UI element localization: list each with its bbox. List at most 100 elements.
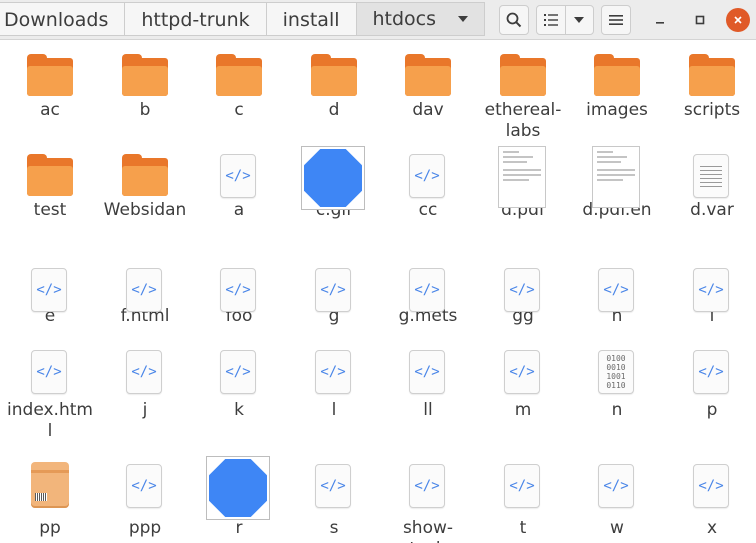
file-name-label: r [235,518,243,538]
code-file-icon: </> [570,454,664,518]
file-name-label: s [329,518,339,538]
file-item-c-gif[interactable]: c.gif [287,144,381,221]
file-name-label: w [610,518,624,538]
chevron-down-icon [574,17,585,23]
crumb-httpd-trunk[interactable]: httpd-trunk [125,2,267,36]
image-thumbnail [287,144,381,210]
file-item-w[interactable]: </> w [570,454,664,539]
search-button[interactable] [499,5,529,35]
file-item-j[interactable]: </> j [98,340,192,421]
file-item-test[interactable]: test [3,144,97,221]
package-icon [3,454,97,518]
file-item-pp[interactable]: pp [3,454,97,539]
code-file-icon: </> [665,258,756,322]
text-file-icon [665,144,756,208]
file-item-x[interactable]: </> x [665,454,756,539]
code-file-icon: </> [98,258,192,322]
file-name-label: index.html [7,400,93,441]
file-item-s[interactable]: </> s [287,454,381,539]
file-item-b[interactable]: b [98,44,192,121]
folder-icon [381,44,475,108]
view-options-group [536,5,594,35]
folder-icon [570,44,664,108]
file-item-ethereal-labs[interactable]: ethereal-labs [476,44,570,142]
folder-icon [98,44,192,108]
folder-icon [192,44,286,108]
file-item-index-html[interactable]: </> index.html [3,340,97,442]
code-file-icon: </> [3,258,97,322]
file-item-g[interactable]: </> g [287,258,381,327]
maximize-button[interactable] [686,6,714,34]
code-file-icon: </> [476,454,570,518]
folder-icon [3,44,97,108]
file-item-scripts[interactable]: scripts [665,44,756,121]
file-item-i[interactable]: </> i [665,258,756,327]
code-file-icon: </> [381,258,475,322]
hamburger-menu-icon [609,15,623,25]
file-item-d-pdf-en[interactable]: d.pdf.en [570,144,664,221]
file-item-k[interactable]: </> k [192,340,286,421]
chevron-down-icon [458,16,469,22]
menu-button[interactable] [601,5,631,35]
crumb-downloads[interactable]: Downloads [0,2,126,36]
file-item-ppp[interactable]: </> ppp [98,454,192,539]
file-item-gg[interactable]: </> gg [476,258,570,327]
code-file-icon: </> [381,340,475,404]
file-item-images[interactable]: images [570,44,664,121]
crumb-htdocs[interactable]: htdocs [356,2,486,36]
search-icon [506,12,522,28]
file-name-label: t [519,518,527,538]
crumb-htdocs-label: htdocs [372,8,437,30]
file-item-n[interactable]: 0100 0010 1001 0110 n [570,340,664,421]
crumb-install[interactable]: install [266,2,357,36]
code-file-icon: </> [381,144,475,208]
file-item-d[interactable]: d [287,44,381,121]
file-item-g-mets[interactable]: </> g.mets [381,258,475,327]
file-item-foo[interactable]: </> foo [192,258,286,327]
pdf-thumbnail [570,144,664,208]
list-view-icon [543,14,558,26]
header-bar: Downloads httpd-trunk install htdocs [0,0,756,40]
folder-icon [665,44,756,108]
file-name-label: ppp [128,518,162,538]
file-item-t[interactable]: </> t [476,454,570,539]
image-thumbnail [192,454,286,520]
file-name-label: x [706,518,718,538]
file-item-e[interactable]: </> e [3,258,97,327]
folder-icon [476,44,570,108]
code-file-icon: </> [476,258,570,322]
close-button[interactable] [726,8,750,32]
list-view-button[interactable] [537,6,565,34]
code-file-icon: </> [287,454,381,518]
code-file-icon: </> [570,258,664,322]
file-item-d-pdf[interactable]: d.pdf [476,144,570,221]
file-item-dav[interactable]: dav [381,44,475,121]
path-bar: Downloads httpd-trunk install htdocs [0,2,486,38]
code-file-icon: </> [665,454,756,518]
file-item-p[interactable]: </> p [665,340,756,421]
minimize-button[interactable] [646,6,674,34]
folder-icon [287,44,381,108]
code-file-icon: </> [192,144,286,208]
file-manager-window: Downloads httpd-trunk install htdocs ac … [0,0,756,543]
file-item-cc[interactable]: </> cc [381,144,475,221]
file-item-l[interactable]: </> l [287,340,381,421]
close-icon [734,16,742,24]
file-item-m[interactable]: </> m [476,340,570,421]
file-name-label: show-tech [402,518,454,543]
maximize-icon [695,15,705,25]
file-item-c[interactable]: c [192,44,286,121]
file-item-ll[interactable]: </> ll [381,340,475,421]
view-dropdown-button[interactable] [564,6,594,34]
code-file-icon: </> [381,454,475,518]
file-item-a[interactable]: </> a [192,144,286,221]
file-item-r[interactable]: r [192,454,286,539]
file-item-h[interactable]: </> h [570,258,664,327]
file-item-d-var[interactable]: d.var [665,144,756,221]
file-item-show-tech[interactable]: </>show-tech [381,454,475,543]
file-item-ac[interactable]: ac [3,44,97,121]
file-item-f-html[interactable]: </> f.html [98,258,192,327]
code-file-icon: </> [192,258,286,322]
file-item-websidan[interactable]: Websidan [98,144,192,221]
code-file-icon: </> [665,340,756,404]
